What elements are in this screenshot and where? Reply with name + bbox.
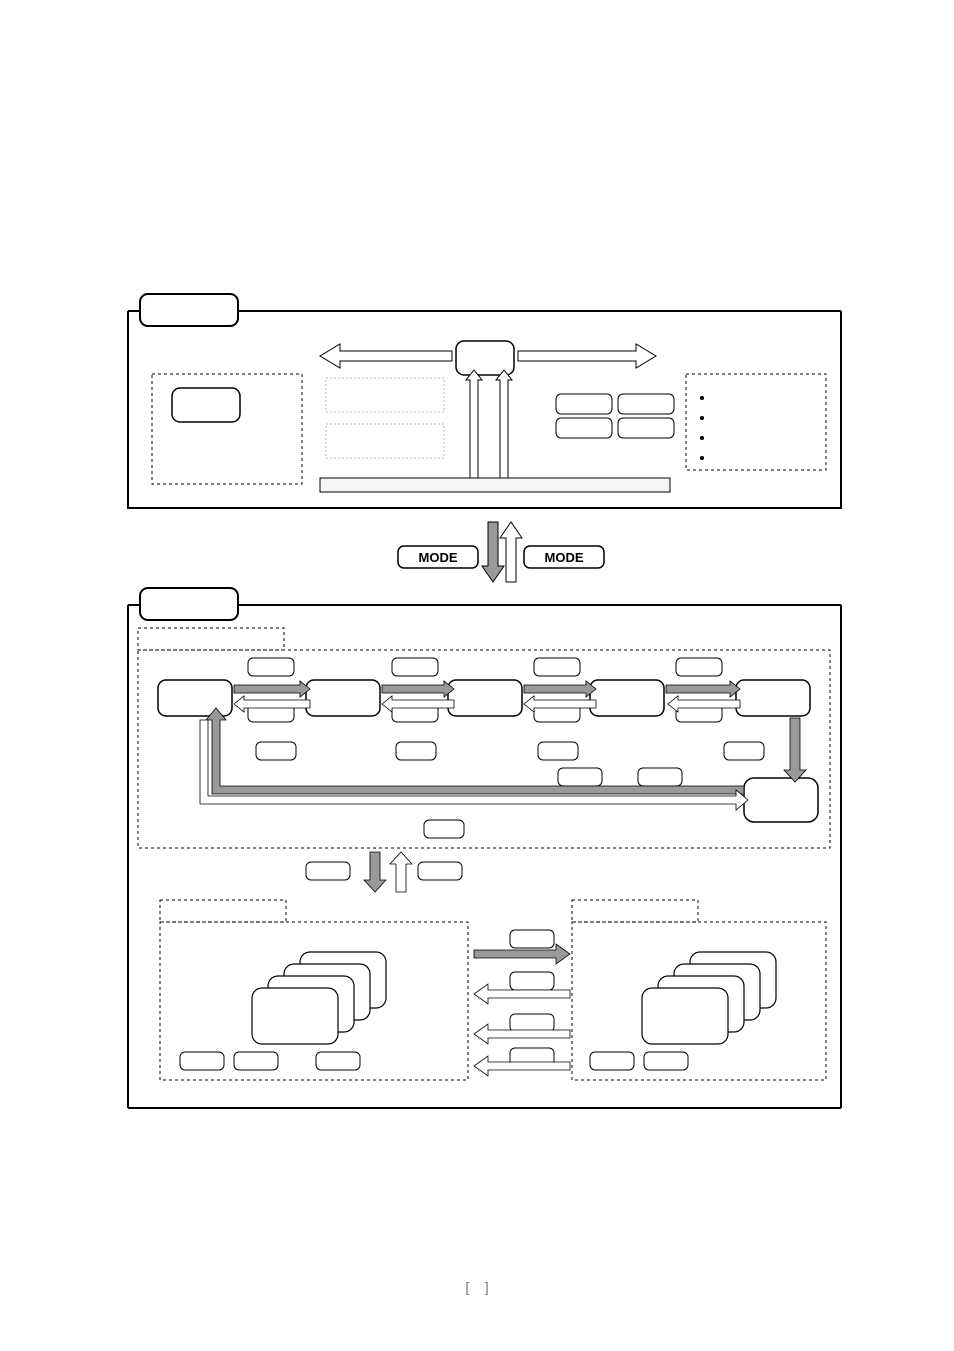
bullet-icon xyxy=(700,416,704,420)
upper-region-tab xyxy=(138,628,284,650)
left-footer-btn-b xyxy=(234,1052,278,1070)
bullet-icon xyxy=(700,436,704,440)
transition-down-arrow-icon xyxy=(364,852,386,892)
center-lone-box xyxy=(424,820,464,838)
left-footer-btn-a xyxy=(180,1052,224,1070)
top-center-dotted-box-2 xyxy=(326,424,444,458)
long-feedback-open xyxy=(200,720,748,810)
mode-connector: MODE MODE xyxy=(398,522,604,582)
top-arrow-left xyxy=(320,344,452,368)
transition-right-box xyxy=(418,862,462,880)
below-small-1 xyxy=(558,768,602,786)
mid-small-4 xyxy=(724,742,764,760)
top-right-small-a xyxy=(556,394,612,414)
right-card-stack xyxy=(642,952,776,1044)
center-col-btn-a xyxy=(510,930,554,948)
center-col-btn-c xyxy=(510,1014,554,1032)
top-bottom-bar xyxy=(320,478,670,492)
center-col-btn-b xyxy=(510,972,554,990)
bullet-icon xyxy=(700,396,704,400)
top-right-small-b xyxy=(618,394,674,414)
lower-right-region-tab xyxy=(572,900,698,922)
mode-down-arrow-icon xyxy=(482,522,504,582)
page-number-right-bracket: ] xyxy=(485,1279,489,1295)
mid-small-2 xyxy=(396,742,436,760)
top-up-arrow-2 xyxy=(516,404,540,488)
row-node-1 xyxy=(158,680,232,716)
top-center-dotted-box-1 xyxy=(326,378,444,412)
top-right-small-d xyxy=(618,418,674,438)
row-small-4a xyxy=(676,658,722,676)
top-arrow-right xyxy=(518,344,656,368)
top-center-box xyxy=(456,341,514,375)
lower-left-region-tab xyxy=(160,900,286,922)
down-arrow-icon xyxy=(784,718,806,782)
page-number-left-bracket: [ xyxy=(465,1279,469,1295)
left-footer-btn-c xyxy=(316,1052,360,1070)
top-up-arrow-2b xyxy=(496,370,512,488)
mid-small-1 xyxy=(256,742,296,760)
row-node-3 xyxy=(448,680,522,716)
row-node-5 xyxy=(736,680,810,716)
top-panel-tab xyxy=(140,294,238,326)
top-panel xyxy=(128,294,841,508)
mid-small-3 xyxy=(538,742,578,760)
bottom-panel-tab xyxy=(140,588,238,620)
transition-up-arrow-icon xyxy=(390,852,412,892)
top-left-inner-box xyxy=(172,388,240,422)
mode-label-left: MODE xyxy=(419,550,458,565)
row-node-4 xyxy=(590,680,664,716)
top-up-arrow-1 xyxy=(466,370,482,488)
bottom-panel xyxy=(128,588,841,1108)
mode-label-right: MODE xyxy=(545,550,584,565)
top-right-small-c xyxy=(556,418,612,438)
transition-left-box xyxy=(306,862,350,880)
row-small-3a xyxy=(534,658,580,676)
below-small-2 xyxy=(638,768,682,786)
row-small-1a xyxy=(248,658,294,676)
mode-up-arrow-icon xyxy=(500,522,522,582)
right-branch-box xyxy=(744,778,818,822)
top-right-dashed-box xyxy=(686,374,826,470)
right-footer-btn-a xyxy=(590,1052,634,1070)
row-node-2 xyxy=(306,680,380,716)
bullet-icon xyxy=(700,456,704,460)
page-number: [ ] xyxy=(0,1279,954,1295)
row-small-2a xyxy=(392,658,438,676)
left-card-stack xyxy=(252,952,386,1044)
right-footer-btn-b xyxy=(644,1052,688,1070)
